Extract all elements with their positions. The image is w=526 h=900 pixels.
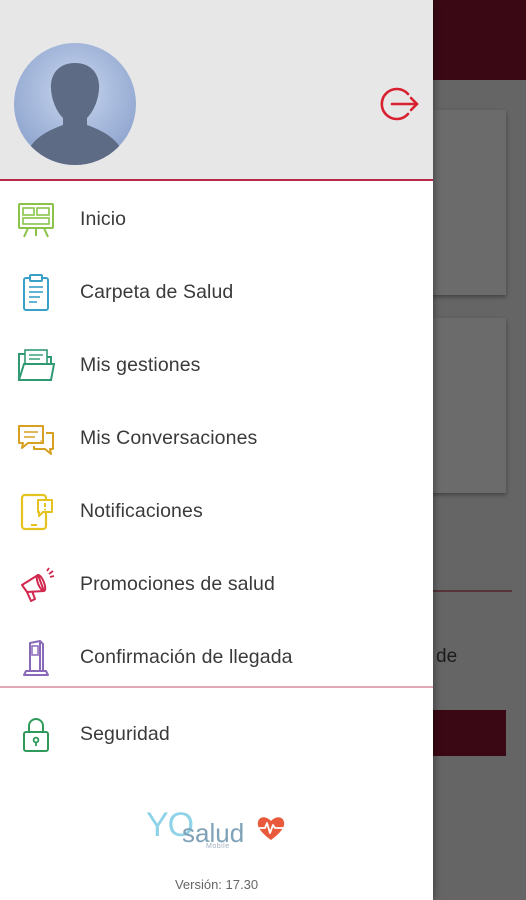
menu-item-inicio[interactable]: Inicio	[0, 183, 433, 256]
navigation-drawer: Inicio Carpeta de Salud Mis gestiones Mi…	[0, 0, 433, 900]
logo-subtitle: Mobile	[206, 843, 230, 850]
menu-item-mis-gestiones[interactable]: Mis gestiones	[0, 329, 433, 402]
menu-item-label: Seguridad	[80, 723, 170, 745]
drawer-header	[0, 0, 433, 181]
menu-item-label: Carpeta de Salud	[80, 281, 234, 303]
folder-icon	[16, 346, 56, 386]
app-version: Versión: 17.30	[174, 877, 259, 892]
yosalud-logo: YO salud Mobile	[146, 806, 296, 852]
menu-item-label: Notificaciones	[80, 500, 203, 522]
clipboard-icon	[16, 273, 56, 313]
phone-alert-icon	[16, 492, 56, 532]
menu-item-seguridad[interactable]: Seguridad	[0, 698, 433, 771]
menu-item-promociones-de-salud[interactable]: Promociones de salud	[0, 548, 433, 621]
menu-item-label: Mis gestiones	[80, 354, 201, 376]
menu-item-carpeta-de-salud[interactable]: Carpeta de Salud	[0, 256, 433, 329]
kiosk-icon	[16, 638, 56, 678]
dashboard-board-icon	[16, 200, 56, 240]
menu-item-notificaciones[interactable]: Notificaciones	[0, 475, 433, 548]
menu-divider	[0, 686, 433, 688]
menu-item-label: Promociones de salud	[80, 573, 275, 595]
menu-item-label: Confirmación de llegada	[80, 646, 293, 668]
megaphone-icon	[16, 565, 56, 605]
lock-icon	[16, 715, 56, 755]
person-silhouette-icon	[24, 63, 126, 165]
logout-icon	[380, 87, 419, 121]
avatar[interactable]	[14, 43, 136, 165]
chat-bubbles-icon	[16, 419, 56, 459]
logout-button[interactable]	[378, 86, 420, 122]
drawer-menu: Inicio Carpeta de Salud Mis gestiones Mi…	[0, 183, 433, 694]
menu-item-confirmacion-de-llegada[interactable]: Confirmación de llegada	[0, 621, 433, 694]
menu-item-label: Mis Conversaciones	[80, 427, 258, 449]
menu-item-mis-conversaciones[interactable]: Mis Conversaciones	[0, 402, 433, 475]
menu-item-label: Inicio	[80, 208, 127, 230]
heart-pulse-icon	[256, 814, 286, 842]
